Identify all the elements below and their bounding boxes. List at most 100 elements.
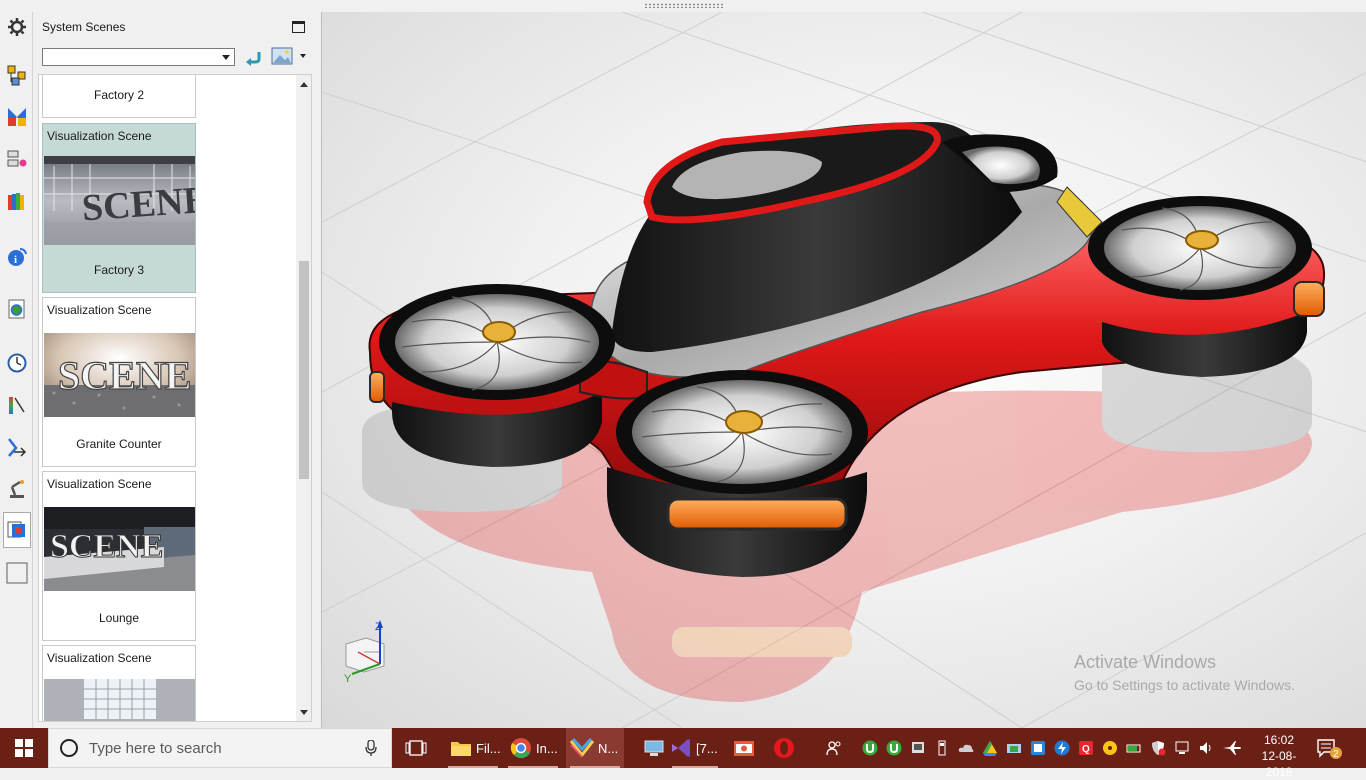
scene-tile-partial[interactable]: Visualization Scene	[42, 645, 196, 721]
app-label: In...	[536, 740, 558, 756]
clock-date: 12-08-2018	[1261, 749, 1297, 779]
svg-text:i: i	[14, 254, 17, 266]
computer-icon	[644, 740, 664, 756]
notification-icon: 2	[1317, 739, 1342, 760]
thumb-scene-text: SCENE	[50, 528, 163, 565]
taskbar-app-opera[interactable]	[760, 728, 808, 768]
scene-list: Factory 2 Visualization Scene SCENE Fact…	[38, 74, 312, 722]
view-triad: Z Y	[344, 620, 385, 685]
app-label: N...	[598, 740, 619, 756]
disc-icon[interactable]	[1102, 740, 1118, 756]
system-scenes-panel: System Scenes Factory 2 Visualization Sc…	[33, 12, 320, 728]
network-folder-icon[interactable]	[1006, 740, 1022, 756]
resize-grip[interactable]	[644, 3, 724, 8]
clock-time: 16:02	[1263, 733, 1295, 747]
scene-tile-name: Factory 2	[93, 88, 144, 102]
network-icon[interactable]	[1174, 740, 1190, 756]
scroll-up-icon[interactable]	[300, 82, 308, 87]
system-clock[interactable]: 16:02 12-08-2018	[1252, 732, 1306, 780]
scroll-down-icon[interactable]	[300, 710, 308, 715]
background-dropdown-icon[interactable]	[300, 54, 306, 58]
taskbar-app-chrome[interactable]: In...	[504, 728, 562, 768]
red-app-icon	[734, 741, 754, 756]
onedrive-cloud-icon[interactable]	[958, 740, 974, 756]
resource-bar: i	[0, 12, 33, 728]
app-label: Fil...	[476, 740, 501, 756]
scene-tile-category: Visualization Scene	[47, 303, 152, 317]
taskbar-app-visual-studio[interactable]: [7...	[668, 728, 722, 768]
utorrent-icon[interactable]	[862, 740, 878, 756]
taskbar: Type here to search Fil... In... N... [7…	[0, 728, 1366, 779]
opera-icon	[774, 738, 794, 758]
people-icon[interactable]	[826, 740, 842, 756]
flash-icon[interactable]	[1054, 740, 1070, 756]
app-tray-icon[interactable]	[1030, 740, 1046, 756]
settings-gear-icon[interactable]	[4, 14, 30, 40]
landscape-image-icon	[271, 47, 293, 65]
microphone-icon[interactable]	[365, 740, 377, 756]
scene-tile-lounge[interactable]: Visualization Scene SCENE Lounge	[42, 471, 196, 641]
motion-navigator-icon[interactable]	[4, 434, 30, 460]
airplane-mode-icon[interactable]	[1222, 740, 1242, 756]
scene-filter-select[interactable]	[42, 48, 235, 66]
app-label: [7...	[696, 740, 718, 756]
watermark-line2: Go to Settings to activate Windows.	[1074, 677, 1295, 693]
taskbar-app-nx[interactable]: N...	[566, 728, 624, 768]
usb-icon[interactable]	[934, 740, 950, 756]
windows-logo-icon	[15, 739, 33, 757]
maximize-panel-button[interactable]	[292, 21, 305, 33]
display-icon[interactable]	[910, 740, 926, 756]
empty-panel-icon[interactable]	[4, 560, 30, 586]
background-image-button[interactable]	[271, 46, 293, 66]
fan-front	[616, 370, 868, 494]
constraint-navigator-icon[interactable]	[4, 104, 30, 130]
battery-saver-icon[interactable]	[1126, 740, 1142, 756]
search-placeholder: Type here to search	[89, 740, 222, 757]
scene-tile-granite-counter[interactable]: Visualization Scene SCENE Granite Counte…	[42, 297, 196, 467]
drive-icon[interactable]	[982, 740, 998, 756]
fan-right	[1088, 196, 1312, 300]
volume-icon[interactable]	[1198, 740, 1214, 756]
svg-text:Q: Q	[1082, 744, 1090, 755]
taskbar-app-file-explorer[interactable]: Fil...	[444, 728, 502, 768]
visual-studio-icon	[672, 739, 690, 757]
chevron-down-icon	[222, 55, 230, 60]
utorrent-icon-2[interactable]	[886, 740, 902, 756]
scene-tile-name: Granite Counter	[76, 437, 162, 451]
scene-tile-factory-3[interactable]: Visualization Scene SCENE Factory 3	[42, 123, 196, 293]
chrome-icon	[510, 738, 531, 759]
return-arrow-icon	[246, 52, 261, 66]
analysis-icon[interactable]	[4, 392, 30, 418]
file-explorer-icon	[451, 742, 471, 756]
scene-tile-factory-2[interactable]: Factory 2	[42, 75, 196, 118]
graphics-viewport[interactable]: Z Y Activate Windows Go to Settings to a…	[321, 12, 1366, 728]
scene-list-scrollbar[interactable]	[296, 75, 311, 721]
security-shield-icon[interactable]	[1150, 740, 1166, 756]
fan-left	[379, 284, 615, 400]
scene-thumbnail-lounge: SCENE	[44, 507, 195, 591]
nx-icon	[570, 737, 594, 758]
info-icon[interactable]: i	[4, 244, 30, 270]
task-view-button[interactable]	[392, 728, 440, 768]
history-clock-icon[interactable]	[4, 350, 30, 376]
part-navigator-icon[interactable]	[4, 146, 30, 172]
assembly-navigator-icon[interactable]	[4, 62, 30, 88]
reuse-library-icon[interactable]	[4, 188, 30, 214]
task-view-icon	[405, 740, 427, 756]
scene-tile-name: Factory 3	[93, 263, 144, 277]
triad-y-label: Y	[344, 673, 352, 685]
apply-scene-button[interactable]	[243, 48, 263, 68]
triad-z-label: Z	[375, 621, 382, 633]
web-browser-icon[interactable]	[4, 296, 30, 322]
panel-title: System Scenes	[42, 20, 126, 34]
scrollbar-thumb[interactable]	[299, 261, 309, 479]
start-button[interactable]	[0, 728, 48, 768]
quick-heal-icon[interactable]: Q	[1078, 740, 1094, 756]
system-scenes-icon[interactable]	[3, 512, 31, 548]
activate-windows-watermark: Activate Windows Go to Settings to activ…	[1074, 652, 1295, 693]
taskbar-search-box[interactable]: Type here to search	[48, 728, 392, 768]
robot-icon[interactable]	[4, 476, 30, 502]
scene-thumbnail-granite-counter: SCENE	[44, 333, 195, 417]
watermark-line1: Activate Windows	[1074, 652, 1217, 672]
action-center-button[interactable]: 2	[1316, 738, 1342, 763]
